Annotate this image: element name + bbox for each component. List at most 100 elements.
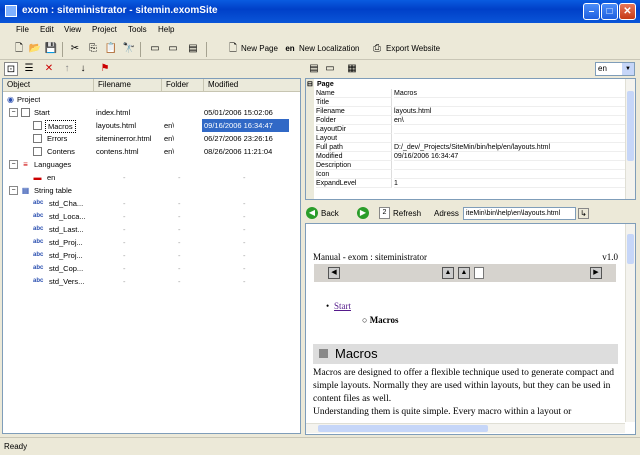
tree-row-string[interactable]: abc std_Proj... - - - [3, 249, 300, 262]
property-scrollbar[interactable] [625, 79, 635, 199]
back-icon[interactable]: ◀ [306, 207, 318, 219]
app-icon [5, 5, 17, 17]
project-icon: ◉ [7, 95, 14, 104]
minimize-button[interactable]: – [583, 3, 600, 20]
up-icon[interactable]: ▲ [442, 267, 454, 279]
property-row[interactable]: Name Macros [306, 89, 626, 98]
property-row[interactable]: Modified 09/16/2006 16:34:47 [306, 152, 626, 161]
property-row[interactable]: Full path D:/_dev/_Projects/SiteMin/bin/h… [306, 143, 626, 152]
delete-icon[interactable]: ✕ [42, 62, 56, 76]
open-folder-icon[interactable]: 📂 [28, 42, 42, 56]
new-localization-icon[interactable]: en [283, 42, 297, 56]
move-up-icon[interactable]: ↑ [60, 62, 74, 76]
property-pages-icon[interactable]: ▦ [345, 62, 359, 76]
forward-icon[interactable]: ▶ [357, 207, 369, 219]
tree-row-string[interactable]: abc std_Cha... - - - [3, 197, 300, 210]
paste-icon[interactable]: 📋 [104, 42, 118, 56]
menu-file[interactable]: File [16, 25, 29, 34]
list-view-icon[interactable]: ☰ [22, 62, 36, 76]
tree-row-string[interactable]: abc std_Cop... - - - [3, 262, 300, 275]
categorized-icon[interactable]: ▤ [307, 62, 321, 76]
tree-row-languages[interactable]: − ≡ Languages [3, 158, 300, 171]
new-page-icon[interactable]: 🗋 [226, 42, 240, 56]
refresh-button[interactable]: Refresh [393, 209, 421, 218]
tree-row-string-table[interactable]: − ▦ String table [3, 184, 300, 197]
tree-row-en[interactable]: ▬ en - - - [3, 171, 300, 184]
tree-row-contens[interactable]: Contens contens.html en\ 08/26/2006 11:2… [3, 145, 300, 158]
collapse-icon[interactable]: − [9, 108, 18, 117]
property-row[interactable]: ExpandLevel 1 [306, 179, 626, 188]
cut-icon[interactable]: ✂ [68, 42, 82, 56]
property-row[interactable]: Description [306, 161, 626, 170]
tree-row-string[interactable]: abc std_Loca... - - - [3, 210, 300, 223]
new-localization-button[interactable]: New Localization [299, 44, 359, 53]
collapse-icon[interactable]: − [9, 186, 18, 195]
address-input[interactable]: iteMin\bin\help\en\layouts.html [463, 207, 576, 220]
start-link[interactable]: Start [334, 301, 351, 311]
menu-view[interactable]: View [64, 25, 81, 34]
browser-vscroll[interactable] [625, 224, 635, 422]
new-page-button[interactable]: New Page [241, 44, 278, 53]
tree-row-string[interactable]: abc std_Vers... - - - [3, 275, 300, 288]
string-icon: abc [33, 252, 44, 258]
tree-row-string[interactable]: abc std_Proj... - - - [3, 236, 300, 249]
collapse-icon[interactable]: ⊟ [307, 80, 313, 89]
breadcrumb: • Start [326, 301, 351, 311]
copy-icon[interactable]: ⎘ [86, 42, 100, 56]
go-icon[interactable]: ↳ [578, 208, 589, 219]
col-filename[interactable]: Filename [94, 79, 162, 92]
refresh-icon[interactable]: 2 [379, 207, 390, 219]
col-object[interactable]: Object [3, 79, 94, 92]
col-modified[interactable]: Modified [204, 79, 300, 92]
menu-project[interactable]: Project [92, 25, 117, 34]
property-row[interactable]: LayoutDir [306, 125, 626, 134]
manual-version: v1.0 [602, 252, 618, 262]
menu-edit[interactable]: Edit [40, 25, 54, 34]
chevron-down-icon[interactable]: ▼ [622, 63, 634, 75]
manual-header: Manual - exom : siteministrator v1.0 [313, 252, 618, 262]
property-row[interactable]: Folder en\ [306, 116, 626, 125]
string-icon: abc [33, 265, 44, 271]
page-icon[interactable] [474, 267, 484, 279]
menu-help[interactable]: Help [158, 25, 174, 34]
scroll-thumb[interactable] [318, 425, 488, 432]
menu-tools[interactable]: Tools [128, 25, 147, 34]
flag-icon[interactable]: ⚑ [98, 62, 112, 76]
property-row[interactable]: Icon [306, 170, 626, 179]
scroll-thumb[interactable] [627, 234, 634, 264]
new-file-icon[interactable]: 🗋 [12, 42, 26, 56]
save-icon[interactable]: 💾 [44, 42, 58, 56]
home-icon[interactable]: ▲ [458, 267, 470, 279]
find-icon[interactable]: 🔭 [122, 42, 136, 56]
scroll-thumb[interactable] [627, 91, 634, 161]
tree-row-project[interactable]: ◉ Project [3, 93, 300, 106]
tree-row-macros[interactable]: Macros layouts.html en\ 09/16/2006 16:34… [3, 119, 300, 133]
property-group[interactable]: ⊟ Page [306, 80, 626, 89]
close-button[interactable]: ✕ [619, 3, 636, 20]
export-website-button[interactable]: Export Website [386, 44, 440, 53]
tree-row-string[interactable]: abc std_Last... - - - [3, 223, 300, 236]
page-icon [33, 121, 42, 130]
property-grid: ⊟ Page Name Macros Title Filename layouts.… [305, 78, 636, 200]
property-row[interactable]: Filename layouts.html [306, 107, 626, 116]
back-button[interactable]: Back [321, 209, 339, 218]
col-folder[interactable]: Folder [162, 79, 204, 92]
tree-row-start[interactable]: − Start index.html 05/01/2006 15:02:06 [3, 106, 300, 119]
next-icon[interactable]: ▶ [590, 267, 602, 279]
property-row[interactable]: Title [306, 98, 626, 107]
language-select[interactable]: en ▼ [595, 62, 635, 76]
browser-hscroll[interactable] [306, 423, 625, 433]
collapse-icon[interactable]: − [9, 160, 18, 169]
settings-icon[interactable]: ▤ [186, 42, 200, 56]
title-bar: exom : siteministrator - sitemin.exomSit… [0, 0, 640, 23]
property-row[interactable]: Layout [306, 134, 626, 143]
maximize-button[interactable]: □ [601, 3, 618, 20]
window-icon[interactable]: ▭ [148, 42, 162, 56]
export-icon[interactable]: ⎙ [370, 42, 384, 56]
panel-icon[interactable]: ▭ [166, 42, 180, 56]
alphabetical-icon[interactable]: ▭ [323, 62, 337, 76]
move-down-icon[interactable]: ↓ [76, 62, 90, 76]
prev-icon[interactable]: ◀ [328, 267, 340, 279]
tree-row-errors[interactable]: Errors siteminerror.html en\ 06/27/2006 … [3, 132, 300, 145]
tree-view-icon[interactable]: ⊡ [4, 62, 18, 76]
